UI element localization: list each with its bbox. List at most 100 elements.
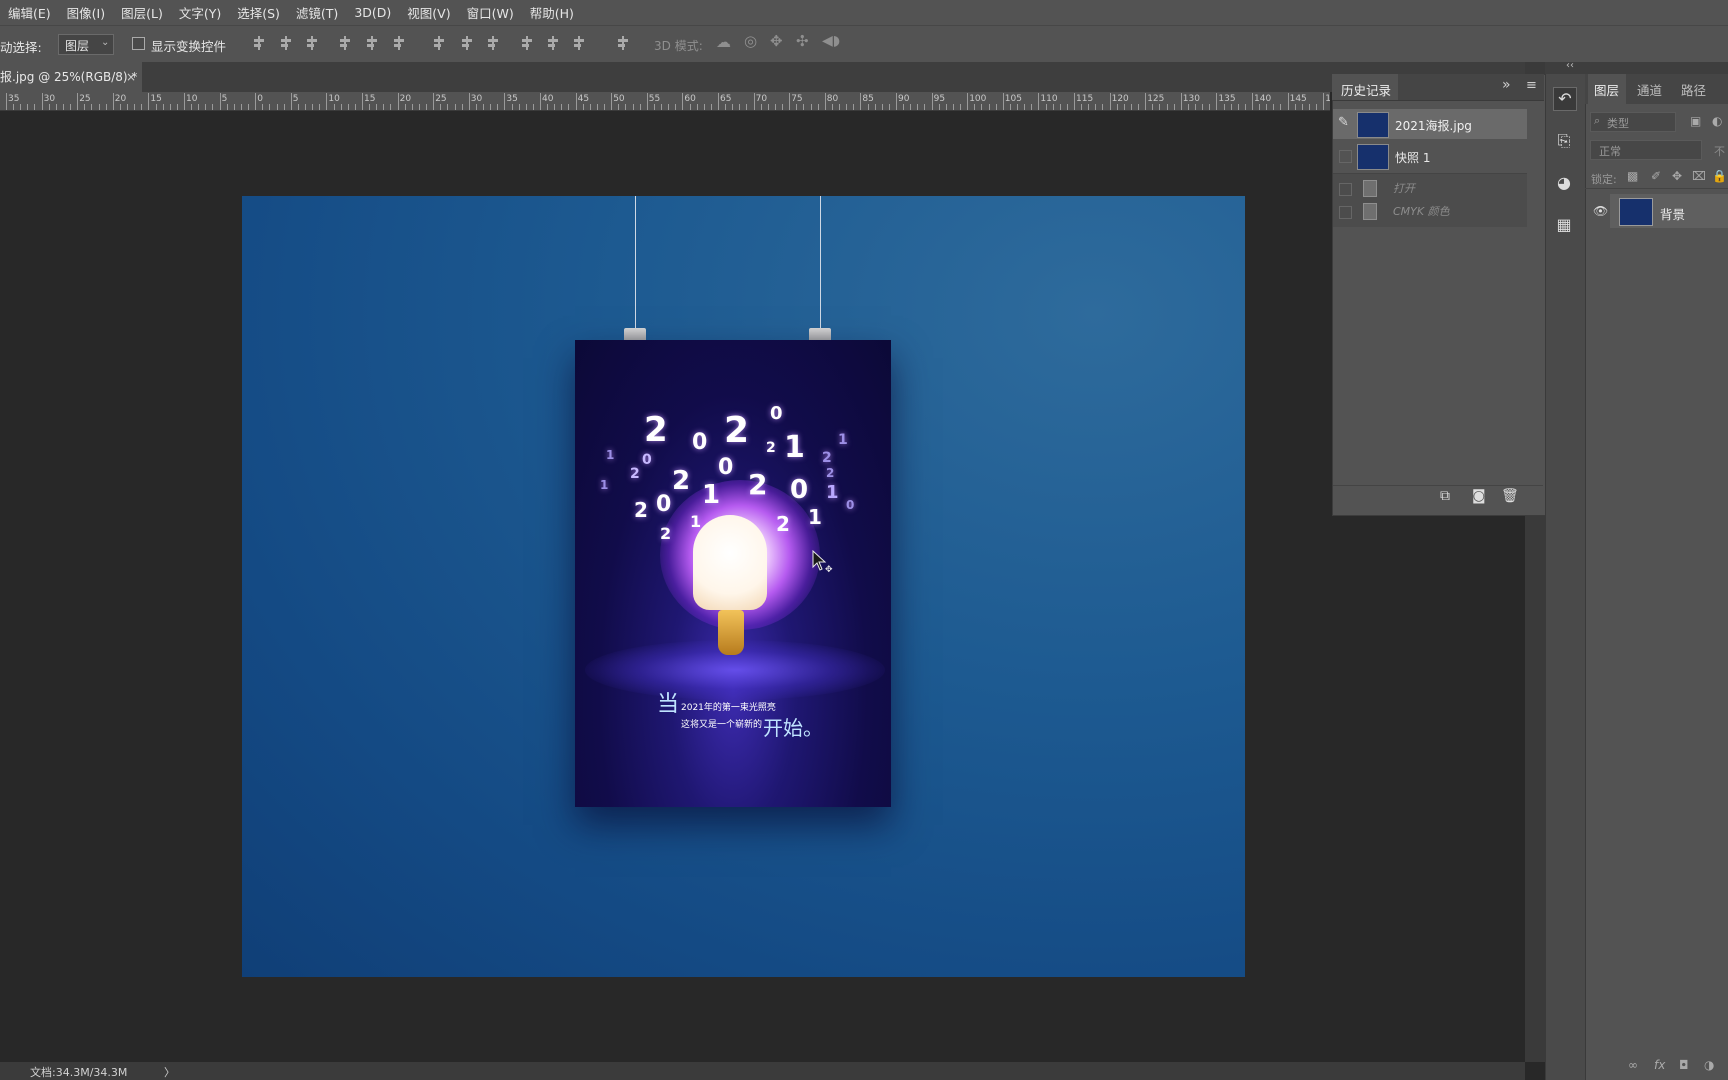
history-source-checkbox[interactable]: [1339, 206, 1352, 219]
show-transform-checkbox[interactable]: [132, 37, 145, 50]
history-item[interactable]: CMYK 颜色: [1333, 197, 1527, 227]
status-menu-arrow[interactable]: 〉: [164, 1064, 175, 1080]
clone-source-icon[interactable]: ⎘: [1553, 130, 1575, 152]
lock-position-icon[interactable]: ✥: [1672, 169, 1682, 183]
ruler-minor-tick: [582, 104, 584, 110]
image-filter-icon[interactable]: ▣: [1690, 114, 1701, 128]
align-hcenter-icon[interactable]: [367, 36, 377, 50]
history-source-checkbox[interactable]: [1339, 150, 1352, 163]
align-bottom-icon[interactable]: [307, 36, 317, 50]
slide-3d-icon[interactable]: ✣: [796, 32, 809, 50]
layer-mask-icon[interactable]: ◘: [1679, 1058, 1689, 1072]
ruler-label: 140: [1254, 94, 1272, 104]
adjustment-layer-icon[interactable]: ◑: [1704, 1058, 1714, 1072]
link-layers-icon[interactable]: ∞: [1628, 1058, 1638, 1072]
ruler-minor-tick: [1187, 104, 1189, 110]
ruler-minor-tick: [1017, 104, 1019, 110]
pan-3d-icon[interactable]: ✥: [770, 32, 783, 50]
ruler-minor-tick: [276, 104, 278, 110]
ruler-minor-tick: [945, 104, 947, 110]
ruler-minor-tick: [105, 104, 107, 110]
ruler-minor-tick: [974, 104, 976, 110]
lock-all-icon[interactable]: 🔒: [1712, 169, 1727, 183]
ruler-minor-tick: [1316, 104, 1318, 110]
history-item[interactable]: 快照 1: [1333, 141, 1527, 171]
menu-3d[interactable]: 3D(D): [346, 5, 399, 20]
menu-select[interactable]: 选择(S): [229, 3, 288, 22]
poster-digit: 1: [826, 482, 839, 503]
lock-pixels-icon[interactable]: ✐: [1651, 169, 1661, 183]
ruler-minor-tick: [1088, 104, 1090, 110]
trash-icon[interactable]: 🗑: [1501, 488, 1519, 504]
document-tab[interactable]: 报.jpg @ 25%(RGB/8) * ×: [0, 62, 142, 92]
adjustment-filter-icon[interactable]: ◐: [1712, 114, 1722, 128]
tab-channels[interactable]: 通道: [1637, 80, 1662, 99]
blend-mode-dropdown[interactable]: 正常: [1590, 140, 1702, 160]
history-source-checkbox[interactable]: [1339, 183, 1352, 196]
distribute-top-icon[interactable]: [434, 36, 444, 50]
ruler-minor-tick: [426, 104, 428, 110]
ruler-major-tick: [824, 93, 826, 110]
ruler-minor-tick: [981, 104, 983, 110]
history-brush-icon[interactable]: ✎: [1338, 115, 1349, 130]
ruler-minor-tick: [48, 104, 50, 110]
poster-digit: 0: [846, 498, 855, 512]
distribute-hcenter-icon[interactable]: [548, 36, 558, 50]
camera-icon[interactable]: ◙: [1472, 488, 1486, 504]
grid-icon[interactable]: ▦: [1553, 214, 1575, 236]
align-vcenter-icon[interactable]: [281, 36, 291, 50]
close-icon[interactable]: ×: [126, 62, 136, 92]
fx-icon[interactable]: fx: [1654, 1058, 1665, 1072]
align-top-icon[interactable]: [254, 36, 264, 50]
menu-filter[interactable]: 滤镜(T): [288, 3, 346, 22]
history-panel-icon[interactable]: ↶: [1553, 87, 1577, 111]
ruler-minor-tick: [1230, 104, 1232, 110]
menu-view[interactable]: 视图(V): [399, 3, 458, 22]
menu-image[interactable]: 图像(I): [59, 3, 113, 22]
ruler-minor-tick: [98, 104, 100, 110]
poster-digit: 1: [808, 505, 822, 529]
poster-digit: 0: [770, 403, 783, 424]
expand-panel-icon[interactable]: »: [1502, 77, 1511, 93]
distribute-vcenter-icon[interactable]: [462, 36, 472, 50]
align-right-icon[interactable]: [394, 36, 404, 50]
scale-3d-icon[interactable]: ◀◗: [822, 33, 840, 49]
distribute-right-icon[interactable]: [574, 36, 584, 50]
ruler-major-tick: [575, 93, 577, 110]
ruler-minor-tick: [589, 104, 591, 110]
auto-align-icon[interactable]: [618, 36, 628, 50]
layer-filter-dropdown[interactable]: ⌕ 类型: [1590, 112, 1676, 132]
menu-window[interactable]: 窗口(W): [459, 3, 522, 22]
align-left-icon[interactable]: [340, 36, 350, 50]
ruler-minor-tick: [888, 104, 890, 110]
lock-transparency-icon[interactable]: ▩: [1627, 169, 1638, 183]
tab-history[interactable]: 历史记录: [1332, 74, 1398, 100]
color-palette-icon[interactable]: ◕: [1553, 172, 1575, 194]
distribute-left-icon[interactable]: [522, 36, 532, 50]
roll-3d-icon[interactable]: ◎: [744, 32, 757, 50]
history-item[interactable]: ✎ 2021海报.jpg: [1333, 109, 1527, 139]
menu-help[interactable]: 帮助(H): [522, 3, 582, 22]
ruler-minor-tick: [390, 104, 392, 110]
visibility-eye-icon[interactable]: 👁: [1593, 204, 1608, 218]
ruler-minor-tick: [1123, 104, 1125, 110]
ruler-minor-tick: [1095, 104, 1097, 110]
new-document-from-state-icon[interactable]: ⧉: [1440, 488, 1450, 504]
auto-select-dropdown[interactable]: 图层 ⌄: [58, 34, 114, 55]
distribute-bottom-icon[interactable]: [488, 36, 498, 50]
panel-menu-icon[interactable]: ≡: [1526, 78, 1537, 93]
menu-edit[interactable]: 编辑(E): [0, 3, 59, 22]
ruler-minor-tick: [418, 104, 420, 110]
collapse-panels-icon[interactable]: ‹‹: [1566, 60, 1574, 71]
ruler-minor-tick: [1052, 104, 1054, 110]
lock-artboard-icon[interactable]: ⌧: [1692, 169, 1706, 183]
menu-layer[interactable]: 图层(L): [113, 3, 171, 22]
tab-paths[interactable]: 路径: [1681, 80, 1706, 99]
orbit-3d-icon[interactable]: ☁: [716, 33, 731, 51]
horizontal-ruler[interactable]: 35 30 25 20 15 10 5 0 5 10 15 20 25 30 35 40 45 50 55 60 65 7…: [0, 92, 1330, 111]
ruler-minor-tick: [1273, 104, 1275, 110]
menu-type[interactable]: 文字(Y): [171, 3, 229, 22]
ruler-major-tick: [896, 93, 897, 110]
ruler-minor-tick: [134, 104, 136, 110]
ruler-minor-tick: [995, 104, 997, 110]
